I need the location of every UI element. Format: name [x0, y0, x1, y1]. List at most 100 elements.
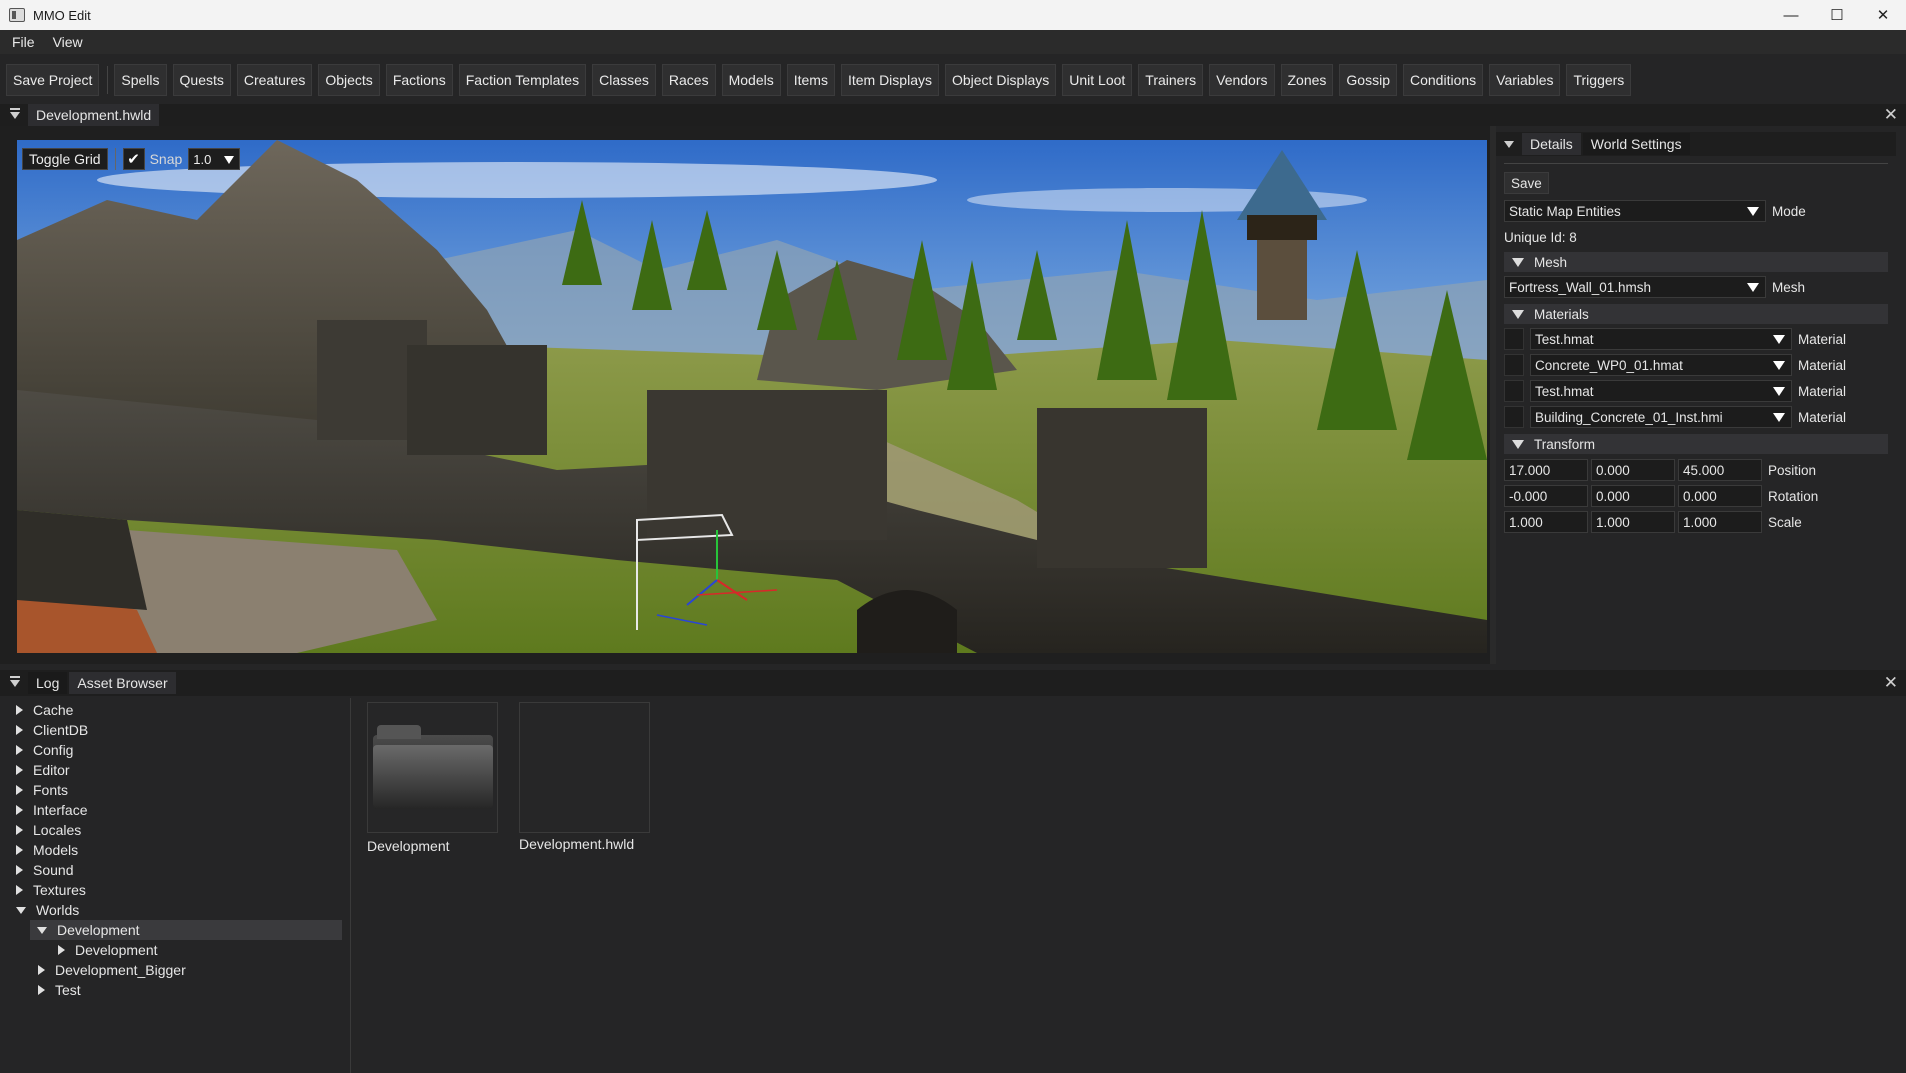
tab-log[interactable]: Log [28, 672, 68, 694]
conditions-button[interactable]: Conditions [1403, 64, 1484, 96]
save-project-button[interactable]: Save Project [6, 64, 100, 96]
tree-item[interactable]: Interface [16, 800, 87, 820]
expand-arrow-icon [58, 945, 65, 955]
material-checkbox[interactable] [1504, 380, 1524, 402]
gossip-button[interactable]: Gossip [1339, 64, 1397, 96]
chevron-down-icon [1747, 207, 1759, 216]
material-checkbox[interactable] [1504, 406, 1524, 428]
tree-item[interactable]: Worlds [16, 900, 79, 920]
snap-value-dropdown[interactable]: 1.0 [188, 148, 241, 170]
object-displays-button[interactable]: Object Displays [944, 64, 1057, 96]
tree-item-label: Cache [33, 702, 74, 718]
expand-arrow-icon [16, 805, 23, 815]
expand-arrow-icon [16, 845, 23, 855]
races-button[interactable]: Races [661, 64, 716, 96]
quests-button[interactable]: Quests [172, 64, 231, 96]
position-z-field[interactable]: 45.000 [1678, 459, 1762, 481]
materials-section-header[interactable]: Materials [1504, 304, 1888, 324]
asset-tile-file[interactable] [519, 702, 650, 833]
scale-y-field[interactable]: 1.000 [1591, 511, 1675, 533]
spells-button[interactable]: Spells [114, 64, 167, 96]
close-icon[interactable]: ✕ [1884, 673, 1898, 693]
material-dropdown[interactable]: Test.hmat [1530, 328, 1792, 350]
tree-item[interactable]: Cache [16, 700, 73, 720]
tree-item-label: Sound [33, 862, 74, 878]
tree-item[interactable]: Fonts [16, 780, 68, 800]
window-title: MMO Edit [33, 7, 91, 23]
mesh-section-header[interactable]: Mesh [1504, 252, 1888, 272]
position-x-field[interactable]: 17.000 [1504, 459, 1588, 481]
position-y-field[interactable]: 0.000 [1591, 459, 1675, 481]
tree-item-label: Textures [33, 882, 86, 898]
panel-menu-icon[interactable] [1504, 140, 1514, 148]
asset-tile-folder[interactable] [367, 702, 498, 833]
tab-asset-browser[interactable]: Asset Browser [69, 672, 176, 694]
triggers-button[interactable]: Triggers [1566, 64, 1632, 96]
unit-loot-button[interactable]: Unit Loot [1062, 64, 1133, 96]
rotation-z-field[interactable]: 0.000 [1678, 485, 1762, 507]
tree-item[interactable]: Textures [16, 880, 86, 900]
tree-item[interactable]: Locales [16, 820, 81, 840]
tree-item-selected[interactable]: Development [30, 920, 342, 940]
transform-section-header[interactable]: Transform [1504, 434, 1888, 454]
menu-file[interactable]: File [12, 34, 35, 50]
chevron-down-icon [1773, 413, 1785, 422]
tab-world-settings[interactable]: World Settings [1582, 133, 1690, 155]
expand-arrow-icon [16, 885, 23, 895]
panel-menu-icon[interactable] [10, 675, 20, 687]
objects-button[interactable]: Objects [318, 64, 380, 96]
save-button[interactable]: Save [1504, 172, 1549, 194]
scale-x-field[interactable]: 1.000 [1504, 511, 1588, 533]
tree-item[interactable]: Models [16, 840, 78, 860]
chevron-down-icon [1773, 361, 1785, 370]
maximize-button[interactable]: ☐ [1814, 0, 1860, 30]
creatures-button[interactable]: Creatures [236, 64, 313, 96]
faction-templates-button[interactable]: Faction Templates [458, 64, 587, 96]
tree-item[interactable]: Test [38, 980, 81, 1000]
tree-item[interactable]: Editor [16, 760, 70, 780]
snap-label: Snap [149, 151, 183, 167]
rotation-y-field[interactable]: 0.000 [1591, 485, 1675, 507]
factions-button[interactable]: Factions [385, 64, 453, 96]
zones-button[interactable]: Zones [1280, 64, 1334, 96]
mesh-dropdown[interactable]: Fortress_Wall_01.hmsh [1504, 276, 1766, 298]
asset-label: Development.hwld [519, 836, 635, 852]
tree-item[interactable]: Config [16, 740, 73, 760]
material-checkbox[interactable] [1504, 354, 1524, 376]
trainers-button[interactable]: Trainers [1138, 64, 1204, 96]
tab-development-hwld[interactable]: Development.hwld [28, 104, 160, 126]
material-dropdown[interactable]: Building_Concrete_01_Inst.hmi [1530, 406, 1792, 428]
classes-button[interactable]: Classes [592, 64, 656, 96]
toggle-grid-button[interactable]: Toggle Grid [22, 148, 108, 170]
item-displays-button[interactable]: Item Displays [840, 64, 939, 96]
models-button[interactable]: Models [721, 64, 781, 96]
variables-button[interactable]: Variables [1489, 64, 1561, 96]
minimize-button[interactable]: — [1768, 0, 1814, 30]
tree-item-label: Locales [33, 822, 82, 838]
vendors-button[interactable]: Vendors [1209, 64, 1275, 96]
tree-item[interactable]: Sound [16, 860, 73, 880]
tree-item[interactable]: Development_Bigger [38, 960, 186, 980]
scene-render[interactable] [17, 140, 1487, 653]
rotation-x-field[interactable]: -0.000 [1504, 485, 1588, 507]
panel-menu-icon[interactable] [10, 107, 20, 119]
tree-item[interactable]: ClientDB [16, 720, 88, 740]
close-icon[interactable]: ✕ [1884, 105, 1898, 125]
unique-id: Unique Id: 8 [1504, 230, 1577, 245]
tree-divider[interactable] [350, 698, 351, 1073]
menu-view[interactable]: View [53, 34, 83, 50]
mode-dropdown[interactable]: Static Map Entities [1504, 200, 1766, 222]
scene-viewport[interactable] [17, 140, 1487, 653]
material-checkbox[interactable] [1504, 328, 1524, 350]
material-dropdown[interactable]: Concrete_WP0_01.hmat [1530, 354, 1792, 376]
items-button[interactable]: Items [786, 64, 835, 96]
material-value: Concrete_WP0_01.hmat [1535, 357, 1683, 373]
snap-checkbox[interactable]: ✔ [122, 148, 145, 170]
divider [1504, 163, 1888, 164]
material-dropdown[interactable]: Test.hmat [1530, 380, 1792, 402]
close-button[interactable]: ✕ [1860, 0, 1906, 30]
scale-z-field[interactable]: 1.000 [1678, 511, 1762, 533]
tab-details[interactable]: Details [1522, 133, 1581, 155]
tree-item[interactable]: Development [58, 940, 158, 960]
bottom-tab-strip: Log Asset Browser ✕ [0, 670, 1906, 696]
